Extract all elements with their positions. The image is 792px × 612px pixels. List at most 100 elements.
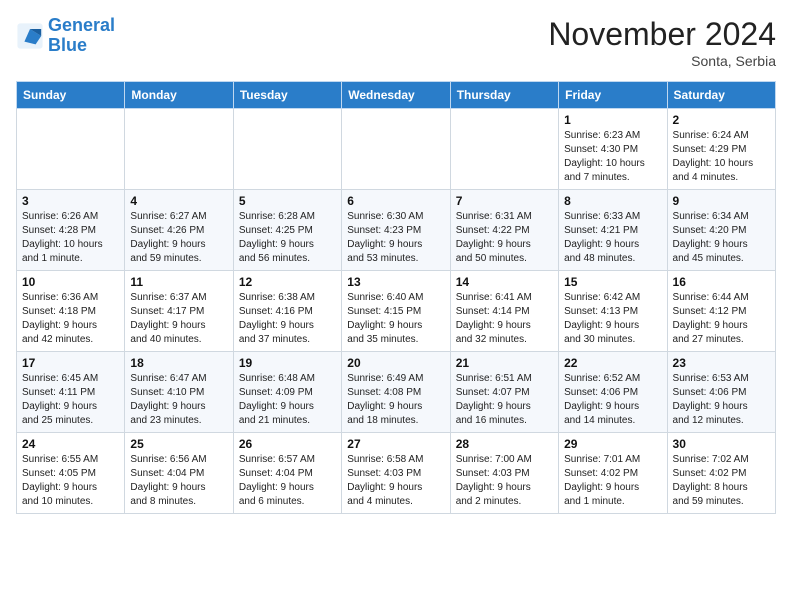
logo: General Blue [16, 16, 115, 56]
day-cell-15: 15 Sunrise: 6:42 AMSunset: 4:13 PMDayligh… [559, 271, 667, 352]
day-cell-8: 8 Sunrise: 6:33 AMSunset: 4:21 PMDaylight… [559, 190, 667, 271]
day-number: 30 [673, 437, 770, 451]
day-cell-19: 19Sunrise: 6:48 AMSunset: 4:09 PMDayligh… [233, 352, 341, 433]
logo-text: General Blue [48, 16, 115, 56]
day-cell-5: 5 Sunrise: 6:28 AMSunset: 4:25 PMDaylight… [233, 190, 341, 271]
day-number: 23 [673, 356, 770, 370]
day-info: Sunrise: 6:34 AMSunset: 4:20 PMDaylight:… [673, 210, 770, 266]
day-info: Sunrise: 6:44 AMSunset: 4:12 PMDaylight:… [673, 291, 770, 347]
day-info: Sunrise: 6:52 AMSunset: 4:06 PMDaylight:… [564, 372, 661, 428]
empty-cell [125, 109, 233, 190]
day-number: 11 [130, 275, 227, 289]
day-number: 4 [130, 194, 227, 208]
day-cell-27: 27Sunrise: 6:58 AMSunset: 4:03 PMDayligh… [342, 433, 450, 514]
day-number: 8 [564, 194, 661, 208]
weekday-header-row: SundayMondayTuesdayWednesdayThursdayFrid… [17, 82, 776, 109]
day-info: Sunrise: 6:51 AMSunset: 4:07 PMDaylight:… [456, 372, 553, 428]
title-block: November 2024 Sonta, Serbia [548, 16, 776, 69]
day-info: Sunrise: 6:24 AMSunset: 4:29 PMDaylight:… [673, 129, 770, 185]
day-info: Sunrise: 6:53 AMSunset: 4:06 PMDaylight:… [673, 372, 770, 428]
day-info: Sunrise: 7:02 AMSunset: 4:02 PMDaylight:… [673, 453, 770, 509]
weekday-header-wednesday: Wednesday [342, 82, 450, 109]
day-cell-1: 1 Sunrise: 6:23 AMSunset: 4:30 PMDaylight… [559, 109, 667, 190]
day-cell-21: 21Sunrise: 6:51 AMSunset: 4:07 PMDayligh… [450, 352, 558, 433]
day-number: 27 [347, 437, 444, 451]
day-number: 28 [456, 437, 553, 451]
day-info: Sunrise: 6:45 AMSunset: 4:11 PMDaylight:… [22, 372, 119, 428]
day-cell-14: 14Sunrise: 6:41 AMSunset: 4:14 PMDayligh… [450, 271, 558, 352]
day-number: 3 [22, 194, 119, 208]
week-row-3: 10 Sunrise: 6:36 AMSunset: 4:18 PMDayligh… [17, 271, 776, 352]
empty-cell [17, 109, 125, 190]
logo-icon [16, 22, 44, 50]
day-number: 16 [673, 275, 770, 289]
week-row-2: 3Sunrise: 6:26 AMSunset: 4:28 PMDaylight… [17, 190, 776, 271]
day-info: Sunrise: 6:38 AMSunset: 4:16 PMDaylight:… [239, 291, 336, 347]
month-title: November 2024 [548, 16, 776, 53]
day-info: Sunrise: 6:47 AMSunset: 4:10 PMDaylight:… [130, 372, 227, 428]
day-number: 24 [22, 437, 119, 451]
page-header: General Blue November 2024 Sonta, Serbia [16, 16, 776, 69]
day-info: Sunrise: 6:42 AMSunset: 4:13 PMDaylight:… [564, 291, 661, 347]
day-number: 22 [564, 356, 661, 370]
weekday-header-saturday: Saturday [667, 82, 775, 109]
day-number: 29 [564, 437, 661, 451]
empty-cell [233, 109, 341, 190]
day-info: Sunrise: 6:40 AMSunset: 4:15 PMDaylight:… [347, 291, 444, 347]
weekday-header-monday: Monday [125, 82, 233, 109]
day-cell-11: 11 Sunrise: 6:37 AMSunset: 4:17 PMDayligh… [125, 271, 233, 352]
day-cell-12: 12Sunrise: 6:38 AMSunset: 4:16 PMDayligh… [233, 271, 341, 352]
day-cell-24: 24 Sunrise: 6:55 AMSunset: 4:05 PMDayligh… [17, 433, 125, 514]
day-cell-22: 22 Sunrise: 6:52 AMSunset: 4:06 PMDayligh… [559, 352, 667, 433]
day-info: Sunrise: 7:00 AMSunset: 4:03 PMDaylight:… [456, 453, 553, 509]
day-cell-28: 28 Sunrise: 7:00 AMSunset: 4:03 PMDayligh… [450, 433, 558, 514]
day-number: 10 [22, 275, 119, 289]
day-cell-6: 6 Sunrise: 6:30 AMSunset: 4:23 PMDaylight… [342, 190, 450, 271]
day-info: Sunrise: 6:49 AMSunset: 4:08 PMDaylight:… [347, 372, 444, 428]
day-number: 26 [239, 437, 336, 451]
day-number: 25 [130, 437, 227, 451]
day-cell-30: 30 Sunrise: 7:02 AMSunset: 4:02 PMDayligh… [667, 433, 775, 514]
weekday-header-thursday: Thursday [450, 82, 558, 109]
day-info: Sunrise: 7:01 AMSunset: 4:02 PMDaylight:… [564, 453, 661, 509]
day-info: Sunrise: 6:30 AMSunset: 4:23 PMDaylight:… [347, 210, 444, 266]
day-number: 7 [456, 194, 553, 208]
day-cell-25: 25 Sunrise: 6:56 AMSunset: 4:04 PMDayligh… [125, 433, 233, 514]
day-info: Sunrise: 6:55 AMSunset: 4:05 PMDaylight:… [22, 453, 119, 509]
day-number: 13 [347, 275, 444, 289]
day-number: 15 [564, 275, 661, 289]
day-number: 2 [673, 113, 770, 127]
day-cell-29: 29 Sunrise: 7:01 AMSunset: 4:02 PMDayligh… [559, 433, 667, 514]
day-info: Sunrise: 6:57 AMSunset: 4:04 PMDaylight:… [239, 453, 336, 509]
day-cell-10: 10 Sunrise: 6:36 AMSunset: 4:18 PMDayligh… [17, 271, 125, 352]
day-cell-18: 18 Sunrise: 6:47 AMSunset: 4:10 PMDayligh… [125, 352, 233, 433]
day-cell-4: 4Sunrise: 6:27 AMSunset: 4:26 PMDaylight… [125, 190, 233, 271]
calendar: SundayMondayTuesdayWednesdayThursdayFrid… [16, 81, 776, 514]
day-number: 5 [239, 194, 336, 208]
day-info: Sunrise: 6:33 AMSunset: 4:21 PMDaylight:… [564, 210, 661, 266]
day-cell-7: 7 Sunrise: 6:31 AMSunset: 4:22 PMDaylight… [450, 190, 558, 271]
day-info: Sunrise: 6:23 AMSunset: 4:30 PMDaylight:… [564, 129, 661, 185]
day-cell-16: 16 Sunrise: 6:44 AMSunset: 4:12 PMDayligh… [667, 271, 775, 352]
weekday-header-friday: Friday [559, 82, 667, 109]
day-info: Sunrise: 6:28 AMSunset: 4:25 PMDaylight:… [239, 210, 336, 266]
day-info: Sunrise: 6:48 AMSunset: 4:09 PMDaylight:… [239, 372, 336, 428]
day-number: 20 [347, 356, 444, 370]
day-cell-3: 3Sunrise: 6:26 AMSunset: 4:28 PMDaylight… [17, 190, 125, 271]
day-number: 18 [130, 356, 227, 370]
weekday-header-tuesday: Tuesday [233, 82, 341, 109]
day-cell-13: 13 Sunrise: 6:40 AMSunset: 4:15 PMDayligh… [342, 271, 450, 352]
day-info: Sunrise: 6:56 AMSunset: 4:04 PMDaylight:… [130, 453, 227, 509]
day-cell-23: 23 Sunrise: 6:53 AMSunset: 4:06 PMDayligh… [667, 352, 775, 433]
day-number: 6 [347, 194, 444, 208]
week-row-4: 17Sunrise: 6:45 AMSunset: 4:11 PMDayligh… [17, 352, 776, 433]
day-info: Sunrise: 6:31 AMSunset: 4:22 PMDaylight:… [456, 210, 553, 266]
week-row-5: 24 Sunrise: 6:55 AMSunset: 4:05 PMDayligh… [17, 433, 776, 514]
day-cell-26: 26 Sunrise: 6:57 AMSunset: 4:04 PMDayligh… [233, 433, 341, 514]
day-info: Sunrise: 6:36 AMSunset: 4:18 PMDaylight:… [22, 291, 119, 347]
day-number: 1 [564, 113, 661, 127]
day-number: 9 [673, 194, 770, 208]
week-row-1: 1 Sunrise: 6:23 AMSunset: 4:30 PMDaylight… [17, 109, 776, 190]
day-info: Sunrise: 6:37 AMSunset: 4:17 PMDaylight:… [130, 291, 227, 347]
weekday-header-sunday: Sunday [17, 82, 125, 109]
